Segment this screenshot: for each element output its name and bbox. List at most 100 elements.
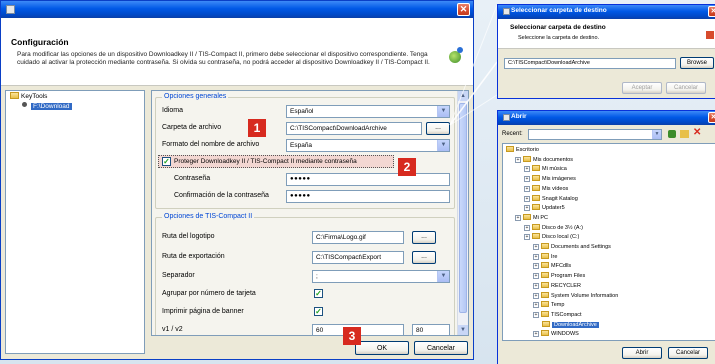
expand-icon[interactable]: + <box>524 234 530 241</box>
expand-icon[interactable]: + <box>533 302 539 309</box>
folder-icon <box>532 233 540 240</box>
open-tree-item[interactable]: + Snagit Katalog <box>524 194 578 204</box>
expand-icon[interactable]: + <box>533 273 539 280</box>
expand-icon[interactable]: + <box>515 156 521 163</box>
folder-icon <box>541 291 549 298</box>
open-tree-item-label: Mis vídeos <box>542 185 569 192</box>
open-tree-item-label: Mis imágenes <box>542 176 576 183</box>
folder-cancel-button[interactable]: Cancelar <box>666 82 706 94</box>
expand-icon[interactable]: + <box>515 214 521 221</box>
open-tree[interactable]: Escritorio + Mis documentos + Mi música + Mis … <box>502 143 715 341</box>
open-tree-item-label: TISCompact <box>551 311 582 318</box>
expand-icon[interactable]: + <box>524 205 530 212</box>
folder-icon <box>506 146 514 152</box>
open-tree-item-label: Program Files <box>551 273 586 280</box>
app-icon <box>503 8 510 15</box>
open-tree-item[interactable]: + Disco local (C:) <box>524 233 579 242</box>
folder-icon <box>532 165 540 172</box>
open-tree-item-label: Disco local (C:) <box>542 234 580 241</box>
expand-icon[interactable]: + <box>533 331 539 338</box>
folder-icon <box>541 281 549 288</box>
folder-icon <box>541 301 549 308</box>
open-tree-item[interactable]: Escritorio <box>506 146 539 155</box>
open-tree-item[interactable]: + Disco de 3½ (A:) <box>524 223 583 233</box>
open-tree-item[interactable]: + Mi música <box>524 165 567 174</box>
folder-icon <box>532 204 540 211</box>
new-folder-icon[interactable] <box>680 130 689 138</box>
folder-icon <box>532 194 540 201</box>
open-dialog-titlebar[interactable]: Abrir ✕ <box>498 111 715 125</box>
open-tree-item[interactable]: + Program Files <box>533 272 585 281</box>
open-tree-item[interactable]: + Temp <box>533 301 564 310</box>
folder-dialog-header: Seleccionar carpeta de destino Seleccion… <box>498 19 715 49</box>
folder-icon <box>541 252 549 259</box>
open-tree-item[interactable]: + Mi PC <box>515 213 548 223</box>
open-tree-item-label: RECYCLER <box>551 282 581 289</box>
open-tree-item[interactable]: + MFCdlls <box>533 262 571 271</box>
open-tree-item[interactable]: + TISCompact <box>533 310 582 320</box>
open-tree-item[interactable]: + Mis documentos <box>515 155 574 165</box>
open-tree-item-label: Ire <box>551 253 558 260</box>
folder-path-field[interactable]: C:\TISCompact\DownloadArchive <box>504 58 676 69</box>
chevron-down-icon[interactable]: ▼ <box>652 130 661 139</box>
folder-icon <box>523 155 531 162</box>
open-tree-item[interactable]: + RECYCLER <box>533 281 581 291</box>
open-dialog-title: Abrir <box>511 113 527 120</box>
folder-icon <box>541 262 549 269</box>
open-tree-item[interactable]: + Mis vídeos <box>524 184 569 194</box>
open-tree-item[interactable]: + Documents and Settings <box>533 243 611 252</box>
open-button[interactable]: Abrir <box>622 347 662 359</box>
open-tree-item-label: Updater5 <box>542 205 565 212</box>
open-tree-item[interactable]: + System Volume Information <box>533 291 618 301</box>
folder-dialog-title: Seleccionar carpeta de destino <box>511 7 607 14</box>
open-tree-item[interactable]: + Updater5 <box>524 204 565 213</box>
expand-icon[interactable]: + <box>524 176 530 183</box>
folder-browse-button[interactable]: Browse <box>680 57 714 69</box>
folder-accept-button[interactable]: Aceptar <box>622 82 662 94</box>
folder-icon <box>532 175 540 182</box>
open-tree-item-label: DownloadArchive <box>552 321 599 328</box>
open-tree-item-label: Documents and Settings <box>551 244 611 250</box>
folder-icon <box>532 223 540 230</box>
open-close-button[interactable]: ✕ <box>708 112 715 123</box>
open-dialog: Abrir ✕ Recent: ▼ ✕ Escritorio+Mis docum… <box>497 110 715 364</box>
open-tree-item-label: Disco de 3½ (A:) <box>542 224 583 231</box>
open-tree-item[interactable]: + Mis imágenes <box>524 175 576 184</box>
expand-icon[interactable]: + <box>533 282 539 289</box>
open-tree-item-label: Escritorio <box>516 147 539 153</box>
folder-icon <box>541 310 549 317</box>
folder-icon <box>541 243 549 249</box>
folder-icon <box>541 330 549 337</box>
open-tree-item-label: MFCdlls <box>551 263 572 270</box>
recent-label: Recent: <box>502 131 523 137</box>
folder-dialog-sub: Seleccione la carpeta de destino. <box>518 35 600 41</box>
open-tree-item-label: Temp <box>551 302 565 309</box>
open-tree-item[interactable]: DownloadArchive <box>542 320 599 330</box>
open-tree-item[interactable]: + Ire <box>533 252 558 262</box>
open-tree-item-label: Mi música <box>542 166 567 173</box>
expand-icon[interactable]: + <box>533 263 539 270</box>
expand-icon[interactable]: + <box>524 224 530 231</box>
folder-icon <box>542 320 550 327</box>
delete-icon[interactable]: ✕ <box>693 127 701 138</box>
expand-icon[interactable]: + <box>524 166 530 173</box>
folder-dialog-heading: Seleccionar carpeta de destino <box>510 24 606 31</box>
open-cancel-button[interactable]: Cancelar <box>668 347 708 359</box>
folder-icon <box>532 184 540 191</box>
folder-dialog: Seleccionar carpeta de destino ✕ Selecci… <box>497 4 715 99</box>
recent-combo[interactable]: ▼ <box>528 129 662 140</box>
folder-close-button[interactable]: ✕ <box>708 6 715 17</box>
folder-dialog-titlebar[interactable]: Seleccionar carpeta de destino ✕ <box>498 5 715 19</box>
expand-icon[interactable]: + <box>524 195 530 202</box>
expand-icon[interactable]: + <box>533 292 539 299</box>
expand-icon[interactable]: + <box>524 185 530 192</box>
open-tree-item-label: Mi PC <box>533 214 548 221</box>
folder-icon <box>541 272 549 279</box>
app-icon <box>503 114 510 121</box>
open-tree-item[interactable]: + WINDOWS <box>533 330 579 339</box>
expand-icon[interactable]: + <box>533 253 539 260</box>
expand-icon[interactable]: + <box>533 244 539 250</box>
open-tree-item-label: Mis documentos <box>533 156 574 163</box>
expand-icon[interactable]: + <box>533 311 539 318</box>
up-folder-icon[interactable] <box>668 130 676 138</box>
